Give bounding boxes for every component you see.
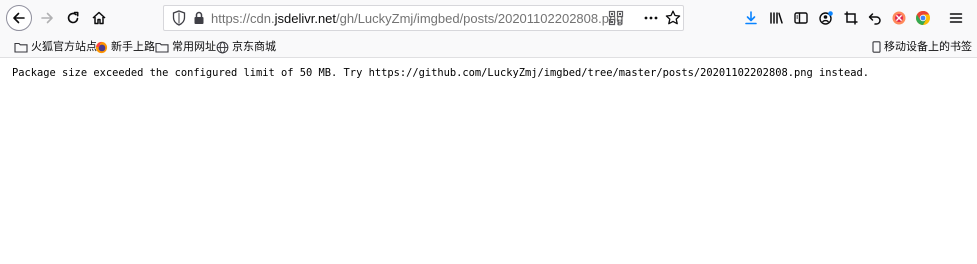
bookmark-label: 京东商城 — [232, 41, 276, 53]
folder-icon — [14, 42, 28, 53]
addon-button[interactable] — [886, 5, 912, 31]
home-button[interactable] — [86, 5, 112, 31]
library-icon — [770, 12, 783, 24]
undo-close-tab-button[interactable] — [862, 5, 888, 31]
downloads-button[interactable] — [738, 5, 764, 31]
more-actions-icon[interactable] — [642, 10, 660, 26]
download-arrow-icon — [745, 11, 757, 25]
bookmark-label: 常用网址 — [172, 41, 216, 53]
mobile-bookmarks-label: 移动设备上的书签 — [884, 41, 972, 53]
mobile-device-icon — [872, 41, 881, 53]
back-button[interactable] — [6, 5, 32, 31]
screenshot-button[interactable] — [838, 5, 864, 31]
sidebar-button[interactable] — [788, 5, 814, 31]
home-icon — [92, 11, 106, 25]
bookmark-item-0[interactable]: 火狐官方站点 — [14, 36, 97, 58]
crop-icon — [844, 11, 858, 25]
bookmark-star-icon[interactable] — [664, 9, 682, 27]
bookmark-item-1[interactable]: 新手上路 — [95, 36, 155, 58]
lock-icon[interactable] — [191, 10, 207, 26]
sidebar-icon — [794, 12, 808, 24]
navigation-toolbar: https://cdn.jsdelivr.net/gh/LuckyZmj/img… — [0, 0, 977, 36]
url-host: jsdelivr.net — [274, 11, 337, 26]
bookmark-label: 火狐官方站点 — [31, 41, 97, 53]
firefox-icon — [95, 41, 108, 53]
qr-code-icon[interactable] — [608, 10, 624, 26]
hamburger-menu-icon — [949, 13, 963, 23]
url-bar[interactable]: https://cdn.jsdelivr.net/gh/LuckyZmj/img… — [163, 5, 684, 31]
menu-button[interactable] — [943, 5, 969, 31]
bookmark-item-3[interactable]: 京东商城 — [216, 36, 276, 58]
undo-arrow-icon — [868, 13, 881, 25]
reload-button[interactable] — [60, 5, 86, 31]
mobile-bookmarks[interactable]: 移动设备上的书签 — [872, 36, 972, 58]
bookmark-label: 新手上路 — [111, 41, 155, 53]
chrome-extension-button[interactable] — [910, 5, 936, 31]
addon-red-icon — [892, 11, 906, 25]
url-prefix: https://cdn. — [211, 11, 275, 26]
shield-icon[interactable] — [170, 9, 188, 27]
page-message: Package size exceeded the configured lim… — [12, 67, 870, 79]
bookmarks-toolbar: 火狐官方站点 新手上路 常用网址 京东商城 移动设备上的书签 — [0, 36, 977, 58]
account-icon — [819, 11, 833, 25]
account-button[interactable] — [813, 5, 839, 31]
bookmark-item-2[interactable]: 常用网址 — [155, 36, 216, 58]
arrow-left-icon — [13, 12, 25, 24]
url-text[interactable]: https://cdn.jsdelivr.net/gh/LuckyZmj/img… — [211, 10, 623, 27]
folder-icon — [155, 42, 169, 53]
url-path: /gh/LuckyZmj/imgbed/posts/20201102202808… — [336, 11, 624, 26]
reload-icon — [67, 11, 79, 24]
globe-icon — [216, 41, 229, 53]
chrome-logo-icon — [916, 11, 930, 25]
library-button[interactable] — [763, 5, 789, 31]
arrow-right-icon — [41, 12, 53, 24]
forward-button[interactable] — [34, 5, 60, 31]
